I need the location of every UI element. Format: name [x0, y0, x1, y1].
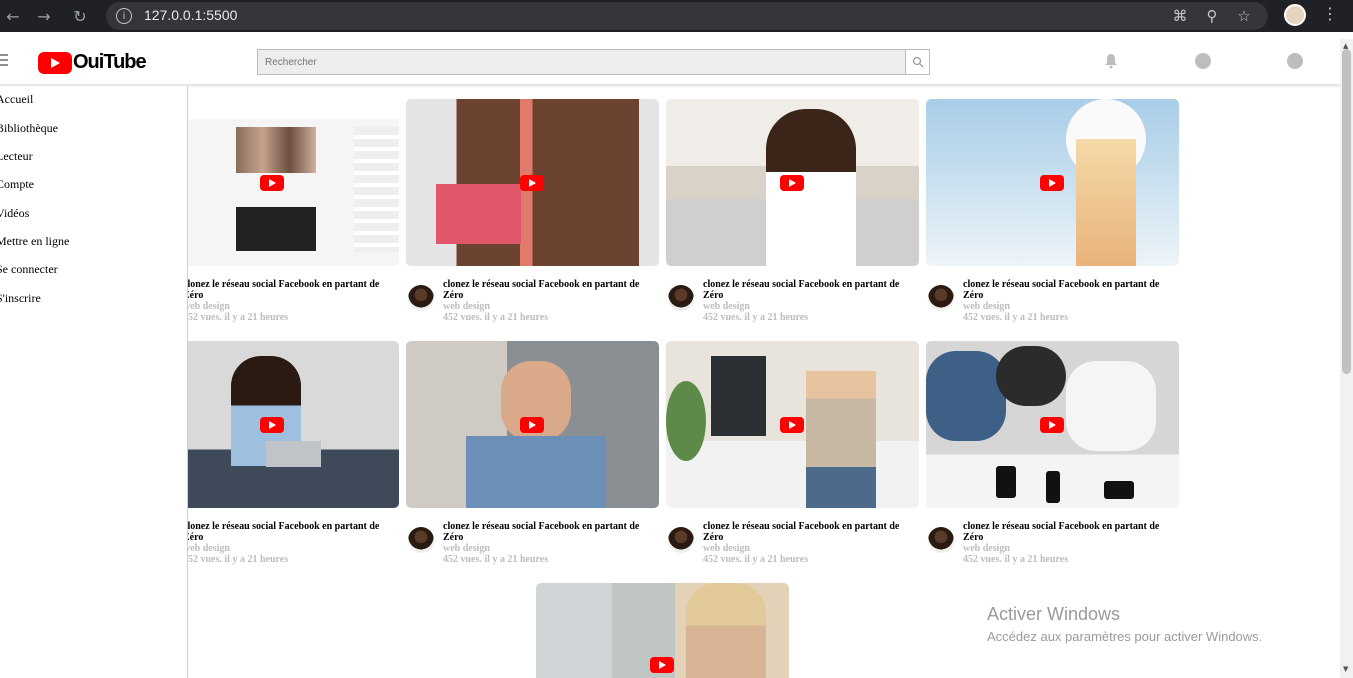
video-thumbnail[interactable] [666, 99, 919, 266]
play-icon [1040, 175, 1064, 191]
account-icon[interactable] [1287, 53, 1303, 69]
logo-text: OuiTube [73, 51, 147, 73]
bookmark-star-icon[interactable]: ☆ [1234, 6, 1254, 26]
profile-avatar[interactable] [1284, 4, 1306, 26]
play-icon [260, 175, 284, 191]
play-icon [780, 175, 804, 191]
video-thumbnail[interactable] [926, 341, 1179, 508]
video-title[interactable]: clonez le réseau social Facebook en part… [443, 521, 659, 543]
scrollbar[interactable]: ▲ ▼ [1340, 39, 1353, 678]
zoom-icon[interactable]: ⚲ [1202, 6, 1222, 26]
sidebar-item-mettre-en-ligne[interactable]: Mettre en ligne [0, 234, 69, 249]
play-icon [260, 417, 284, 433]
browser-menu-icon[interactable]: ⋮ [1322, 4, 1338, 23]
search-box [257, 49, 906, 75]
sidebar-item-lecteur[interactable]: Lecteur [0, 149, 33, 164]
site-info-icon[interactable]: i [116, 8, 132, 24]
browser-toolbar: ← → ↻ i 127.0.0.1:5500 ⌘ ⚲ ☆ ⋮ [0, 0, 1353, 32]
video-title[interactable]: clonez le réseau social Facebook en part… [183, 279, 399, 301]
address-bar[interactable]: i 127.0.0.1:5500 ⌘ ⚲ ☆ [106, 2, 1268, 30]
logo-play-icon [38, 51, 72, 74]
sidebar-item-compte[interactable]: Compte [0, 177, 34, 192]
play-icon [780, 417, 804, 433]
video-thumbnail[interactable] [536, 583, 789, 678]
channel-avatar[interactable] [928, 285, 954, 311]
scroll-down-icon[interactable]: ▼ [1343, 665, 1348, 673]
sidebar-item-bibliotheque[interactable]: Bibliothèque [0, 121, 58, 136]
channel-avatar[interactable] [408, 285, 434, 311]
video-meta: 452 vues. il y a 21 heures [703, 554, 809, 565]
bell-icon[interactable] [1103, 53, 1119, 69]
forward-icon[interactable]: → [31, 3, 57, 29]
video-channel[interactable]: web design [963, 301, 1010, 312]
url-text: 127.0.0.1:5500 [144, 7, 238, 23]
page-content: OuiTube Accueil Bibliothèque Lecteur Com… [0, 39, 1340, 678]
video-channel[interactable]: web design [183, 301, 230, 312]
search-input[interactable] [258, 50, 905, 74]
video-channel[interactable]: web design [703, 543, 750, 554]
video-title[interactable]: clonez le réseau social Facebook en part… [703, 521, 919, 543]
sidebar-item-sinscrire[interactable]: S'inscrire [0, 291, 41, 306]
search-icon [912, 56, 923, 68]
video-meta: 452 vues. il y a 21 heures [963, 554, 1069, 565]
upload-icon[interactable] [1195, 53, 1211, 69]
scroll-thumb[interactable] [1342, 49, 1351, 374]
windows-activation-text: Accédez aux paramètres pour activer Wind… [987, 629, 1263, 644]
sidebar-item-se-connecter[interactable]: Se connecter [0, 262, 58, 277]
sidebar-item-videos[interactable]: Vidéos [0, 206, 29, 221]
video-meta: 452 vues. il y a 21 heures [443, 312, 549, 323]
logo[interactable]: OuiTube [38, 51, 147, 74]
video-meta: 452 vues. il y a 21 heures [183, 554, 289, 565]
video-channel[interactable]: web design [443, 301, 490, 312]
sidebar-item-accueil[interactable]: Accueil [0, 92, 33, 107]
sidebar: Accueil Bibliothèque Lecteur Compte Vidé… [0, 86, 188, 678]
video-title[interactable]: clonez le réseau social Facebook en part… [963, 521, 1179, 543]
channel-avatar[interactable] [408, 527, 434, 553]
video-title[interactable]: clonez le réseau social Facebook en part… [703, 279, 919, 301]
video-thumbnail[interactable] [666, 341, 919, 508]
search-button[interactable] [905, 49, 930, 75]
play-icon [1040, 417, 1064, 433]
play-icon [520, 417, 544, 433]
channel-avatar[interactable] [668, 285, 694, 311]
video-thumbnail[interactable] [926, 99, 1179, 266]
channel-avatar[interactable] [668, 527, 694, 553]
video-channel[interactable]: web design [703, 301, 750, 312]
reload-icon[interactable]: ↻ [67, 3, 93, 29]
video-title[interactable]: clonez le réseau social Facebook en part… [963, 279, 1179, 301]
video-meta: 452 vues. il y a 21 heures [443, 554, 549, 565]
play-icon [650, 657, 674, 673]
channel-avatar[interactable] [928, 527, 954, 553]
video-thumbnail[interactable] [406, 341, 659, 508]
video-title[interactable]: clonez le réseau social Facebook en part… [183, 521, 399, 543]
video-channel[interactable]: web design [443, 543, 490, 554]
play-icon [520, 175, 544, 191]
menu-icon[interactable] [0, 54, 8, 68]
video-meta: 452 vues. il y a 21 heures [963, 312, 1069, 323]
windows-activation-title: Activer Windows [987, 604, 1121, 624]
video-channel[interactable]: web design [963, 543, 1010, 554]
video-meta: 452 vues. il y a 21 heures [183, 312, 289, 323]
video-channel[interactable]: web design [183, 543, 230, 554]
translate-icon[interactable]: ⌘ [1170, 6, 1190, 26]
video-thumbnail[interactable] [406, 99, 659, 266]
site-header: OuiTube [0, 39, 1340, 86]
back-icon[interactable]: ← [0, 3, 26, 29]
video-title[interactable]: clonez le réseau social Facebook en part… [443, 279, 659, 301]
video-meta: 452 vues. il y a 21 heures [703, 312, 809, 323]
